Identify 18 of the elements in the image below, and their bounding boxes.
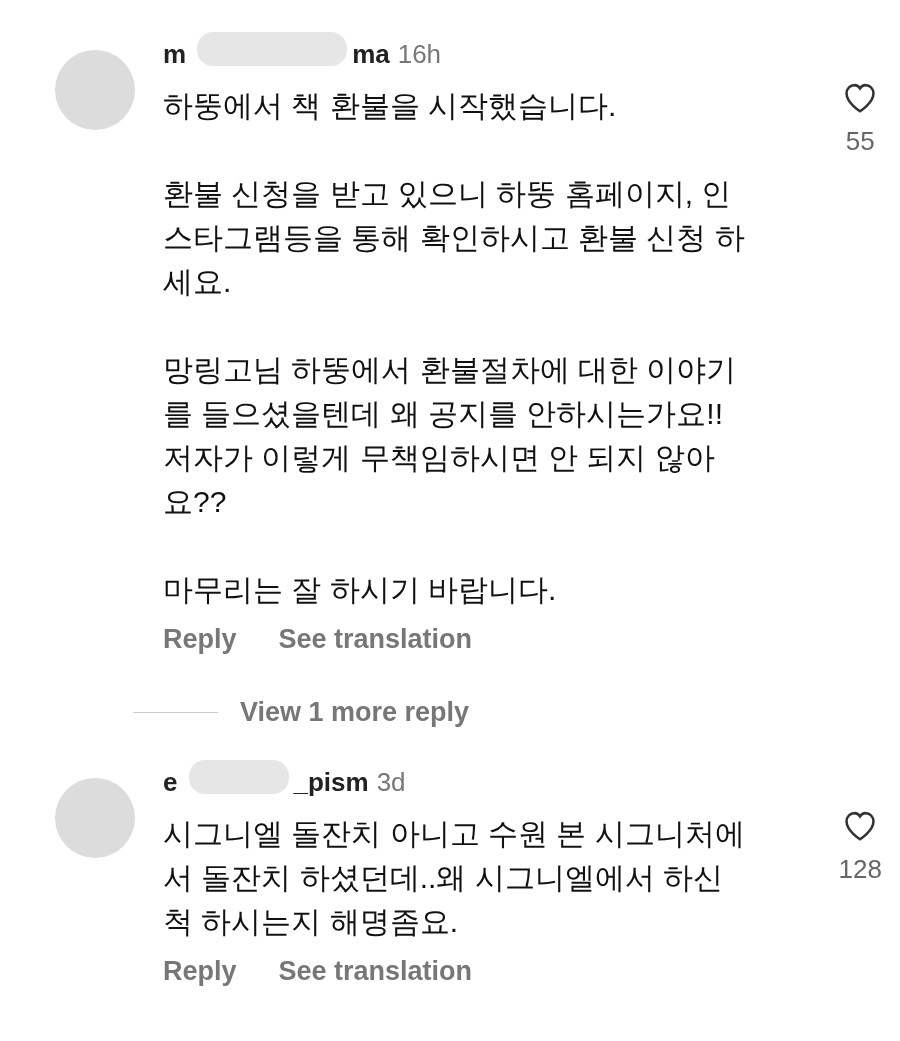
comment-text: 마무리는 잘 하시기 바랍니다. <box>163 572 558 608</box>
reply-button[interactable]: Reply <box>163 956 237 987</box>
like-count: 128 <box>838 854 882 885</box>
username[interactable]: e <box>163 767 178 798</box>
username[interactable]: _pism <box>293 767 369 798</box>
translation-button[interactable]: See translation <box>278 956 473 987</box>
username[interactable]: ma <box>352 39 390 70</box>
more-replies-button[interactable]: View 1 more reply <box>240 697 470 728</box>
comment-text: 시그니엘 돌잔치 아니고 수원 본 시그니처에서 돌잔치 하셨던데..왜 시그니엘에서 하신척 하시는지 해명좀요. <box>163 816 746 940</box>
comment-time: 16h <box>397 39 442 70</box>
comment-text: 하뚱에서 책 환불을 시작했습니다. <box>163 88 618 124</box>
translation-button[interactable]: See translation <box>278 624 473 655</box>
username[interactable]: m <box>163 39 187 70</box>
comment-text: 환불 신청을 받고 있으니 하뚱 홈페이지, 인스타그램등을 통해 확인하시고 환불 신청 하세요. <box>163 176 746 300</box>
comment-text: 망링고님 하뚱에서 환불절차에 대한 이야기를 들으셨을텐데 왜 공지를 안하시는가요!! 저자가 이렇게 무책임하시면 안 되지 않아요?? <box>163 352 738 520</box>
like-count: 55 <box>845 126 875 157</box>
comment-time: 3d <box>376 767 406 798</box>
reply-button[interactable]: Reply <box>163 624 237 655</box>
